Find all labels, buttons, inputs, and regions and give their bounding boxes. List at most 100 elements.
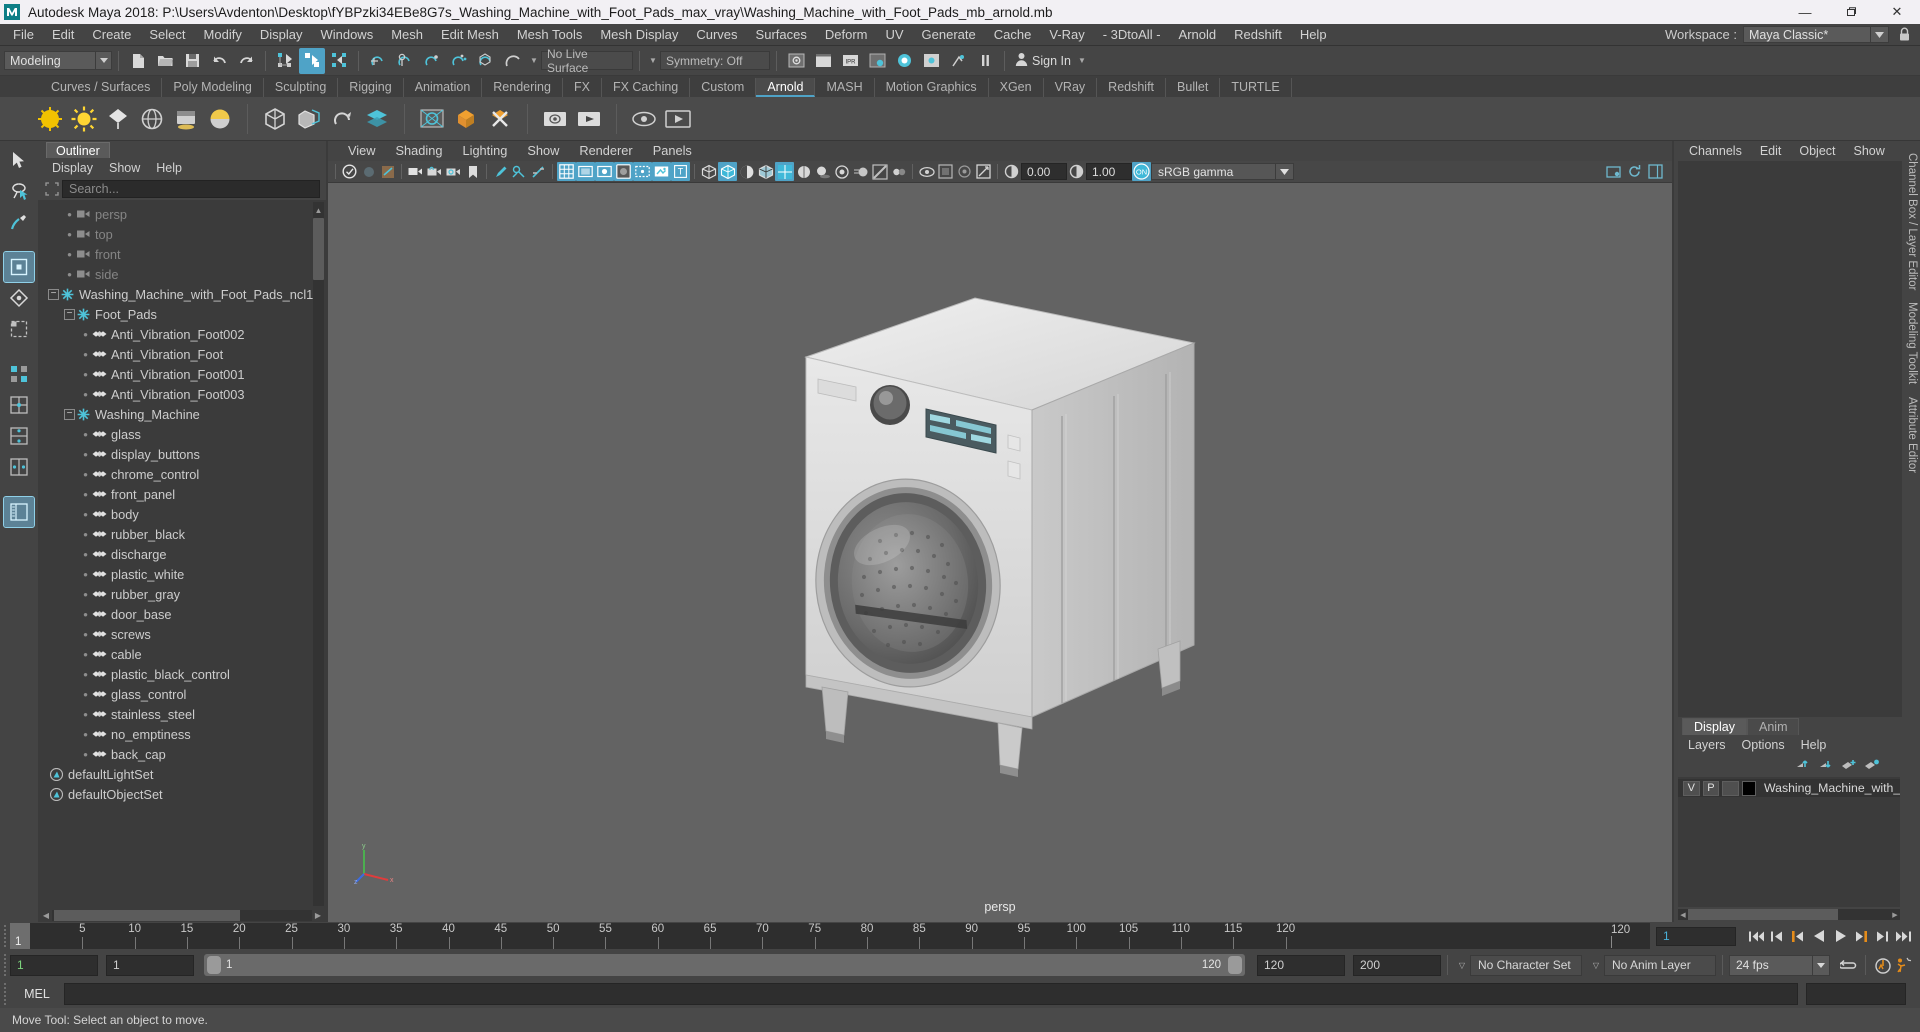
outliner-item-defaultobjectset[interactable]: defaultObjectSet xyxy=(38,784,326,804)
expander-toggle-icon[interactable]: − xyxy=(64,309,75,320)
play-backwards-icon[interactable] xyxy=(1809,924,1830,948)
safe-action-icon[interactable] xyxy=(633,162,652,181)
layers-help-menu[interactable]: Help xyxy=(1793,735,1835,755)
menu-redshift[interactable]: Redshift xyxy=(1225,24,1291,46)
layer-scrollbar-thumb[interactable] xyxy=(1688,909,1838,920)
play-forwards-icon[interactable] xyxy=(1830,924,1851,948)
render-current-frame-icon[interactable] xyxy=(783,48,809,74)
ambient-occlusion-icon[interactable] xyxy=(832,162,851,181)
menu-set-dropdown-arrow[interactable] xyxy=(96,51,112,70)
scroll-right-icon[interactable]: ▶ xyxy=(312,909,324,921)
outliner-item-cable[interactable]: •cable xyxy=(38,644,326,664)
outliner-item-rubber-black[interactable]: •rubber_black xyxy=(38,524,326,544)
select-camera-icon[interactable] xyxy=(340,162,359,181)
outliner-item-screws[interactable]: •screws xyxy=(38,624,326,644)
image-plane-icon[interactable] xyxy=(378,162,397,181)
viewport-menu-view[interactable]: View xyxy=(338,141,386,161)
outliner-item-back-cap[interactable]: •back_cap xyxy=(38,744,326,764)
outliner-item-no-emptiness[interactable]: •no_emptiness xyxy=(38,724,326,744)
washing-machine-model[interactable] xyxy=(770,283,1230,823)
select-by-hierarchy-icon[interactable] xyxy=(272,48,298,74)
viewport-refresh-icon[interactable] xyxy=(1625,162,1644,181)
motion-blur-icon[interactable] xyxy=(851,162,870,181)
ik-handle-icon[interactable] xyxy=(510,162,529,181)
shadows-icon[interactable] xyxy=(813,162,832,181)
workspace-lock-icon[interactable] xyxy=(1894,25,1914,44)
text-overlay-icon[interactable]: T xyxy=(671,162,690,181)
ipr-render-icon[interactable]: IPR xyxy=(837,48,863,74)
wireframe-shading-icon[interactable] xyxy=(699,162,718,181)
safe-title-icon[interactable] xyxy=(652,162,671,181)
shelf-tab-sculpting[interactable]: Sculpting xyxy=(264,78,338,97)
lasso-tool-icon[interactable] xyxy=(4,176,34,206)
arnold-area-light-icon[interactable] xyxy=(34,103,66,135)
layer-row[interactable]: V P Washing_Machine_with_Foot_ xyxy=(1678,779,1900,797)
time-slider-grip[interactable] xyxy=(0,923,10,949)
menu-create[interactable]: Create xyxy=(83,24,140,46)
sign-in-button[interactable]: Sign In xyxy=(1011,50,1075,72)
arnold-standin-icon[interactable] xyxy=(259,103,291,135)
single-pane-layout-icon[interactable] xyxy=(4,452,34,482)
outliner-item-chrome-control[interactable]: •chrome_control xyxy=(38,464,326,484)
outliner-item-anti-vibration-foot001[interactable]: •Anti_Vibration_Foot001 xyxy=(38,364,326,384)
arnold-flush-caches-icon[interactable] xyxy=(450,103,482,135)
use-default-lighting-icon[interactable] xyxy=(794,162,813,181)
new-layer-icon[interactable] xyxy=(1841,758,1857,774)
shelf-tab-rigging[interactable]: Rigging xyxy=(338,78,403,97)
shelf-tab-redshift[interactable]: Redshift xyxy=(1097,78,1166,97)
outliner-menu-display[interactable]: Display xyxy=(44,158,101,178)
render-view-icon[interactable] xyxy=(918,48,944,74)
render-sequence-settings-icon[interactable] xyxy=(945,48,971,74)
shelf-tab-arnold[interactable]: Arnold xyxy=(756,78,815,97)
arnold-light-portal-icon[interactable] xyxy=(170,103,202,135)
camera-settings-icon[interactable] xyxy=(444,162,463,181)
command-input[interactable] xyxy=(64,983,1798,1005)
outliner-item-door-base[interactable]: •door_base xyxy=(38,604,326,624)
layer-horizontal-scrollbar[interactable]: ◀ ▶ xyxy=(1678,909,1900,920)
redo-icon[interactable] xyxy=(233,48,259,74)
character-set-options-arrow[interactable]: ▽ xyxy=(1454,955,1470,975)
channels-object-menu[interactable]: Object xyxy=(1790,141,1844,161)
layer-playback-toggle[interactable]: P xyxy=(1703,781,1720,796)
workspace-dropdown-arrow[interactable] xyxy=(1871,26,1889,43)
outliner-item-washing-machine[interactable]: −Washing_Machine xyxy=(38,404,326,424)
new-layer-from-selected-icon[interactable] xyxy=(1864,758,1880,774)
grid-toggle-icon[interactable] xyxy=(557,162,576,181)
outliner-tree[interactable]: •persp•top•front•side−Washing_Machine_wi… xyxy=(38,200,326,908)
arnold-volume-icon[interactable] xyxy=(293,103,325,135)
xray-mode-icon[interactable] xyxy=(936,162,955,181)
outliner-search-input[interactable]: Search... xyxy=(62,180,320,198)
symmetry-options-arrow[interactable]: ▼ xyxy=(646,51,660,70)
menu-mesh[interactable]: Mesh xyxy=(382,24,432,46)
channel-box-content[interactable] xyxy=(1678,161,1902,717)
outliner-item-plastic-black-control[interactable]: •plastic_black_control xyxy=(38,664,326,684)
grease-pencil-icon[interactable] xyxy=(491,162,510,181)
menu-set-select[interactable]: Modeling xyxy=(4,51,96,70)
outliner-item-persp[interactable]: •persp xyxy=(38,204,326,224)
xray-joints-icon[interactable] xyxy=(529,162,548,181)
anim-start-time-field[interactable]: 1 xyxy=(10,955,98,976)
layers-menu[interactable]: Layers xyxy=(1680,735,1734,755)
go-to-start-icon[interactable] xyxy=(1746,924,1767,948)
snap-to-view-plane-icon[interactable] xyxy=(473,48,499,74)
outliner-item-anti-vibration-foot[interactable]: •Anti_Vibration_Foot xyxy=(38,344,326,364)
arnold-render-sequence-icon[interactable] xyxy=(573,103,605,135)
anim-end-time-field[interactable]: 200 xyxy=(1353,955,1441,976)
rotate-tool-icon[interactable] xyxy=(4,283,34,313)
step-forward-key-icon[interactable] xyxy=(1872,924,1893,948)
menu-curves[interactable]: Curves xyxy=(687,24,746,46)
auto-keyframe-toggle-icon[interactable] xyxy=(1872,953,1893,977)
outliner-item-foot-pads[interactable]: −Foot_Pads xyxy=(38,304,326,324)
outliner-vertical-scrollbar[interactable]: ▲ xyxy=(313,202,324,906)
viewport-toggle-panel-icon[interactable] xyxy=(1646,162,1665,181)
hypershade-icon[interactable] xyxy=(891,48,917,74)
range-slider-bar[interactable]: 1 120 xyxy=(204,954,1245,976)
layer-color-swatch[interactable] xyxy=(1742,781,1756,796)
outliner-item-defaultlightset[interactable]: defaultLightSet xyxy=(38,764,326,784)
layers-options-menu[interactable]: Options xyxy=(1734,735,1793,755)
auto-keyframe-loop-icon[interactable] xyxy=(1838,953,1859,977)
shelf-tab-bullet[interactable]: Bullet xyxy=(1166,78,1220,97)
outliner-item-anti-vibration-foot002[interactable]: •Anti_Vibration_Foot002 xyxy=(38,324,326,344)
workspace-select[interactable]: Maya Classic* xyxy=(1743,26,1871,43)
bookmark-icon[interactable] xyxy=(463,162,482,181)
